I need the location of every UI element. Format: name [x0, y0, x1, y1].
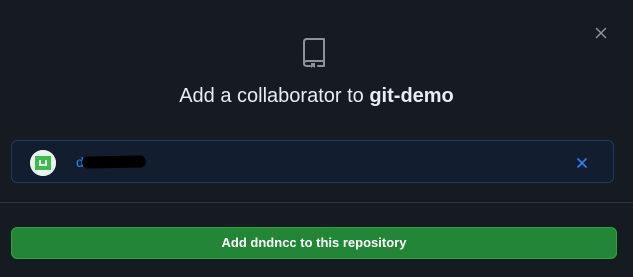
close-icon [595, 27, 607, 39]
dialog-title: Add a collaborator to git-demo [0, 84, 633, 108]
remove-user-button[interactable] [574, 155, 590, 171]
dialog-title-prefix: Add a collaborator to [179, 85, 370, 107]
repository-name: git-demo [369, 85, 454, 107]
identicon-avatar [30, 150, 56, 176]
username-redaction [81, 155, 147, 169]
divider [0, 202, 633, 203]
close-icon [577, 158, 587, 168]
selected-user-chip: dndncc [11, 140, 614, 183]
repo-icon [301, 37, 327, 69]
close-dialog-button[interactable] [590, 22, 612, 44]
add-collaborator-button[interactable]: Add dndncc to this repository [11, 227, 617, 259]
user-avatar [30, 150, 56, 176]
add-collaborator-dialog: Add a collaborator to git-demo dndncc Ad… [0, 0, 633, 277]
